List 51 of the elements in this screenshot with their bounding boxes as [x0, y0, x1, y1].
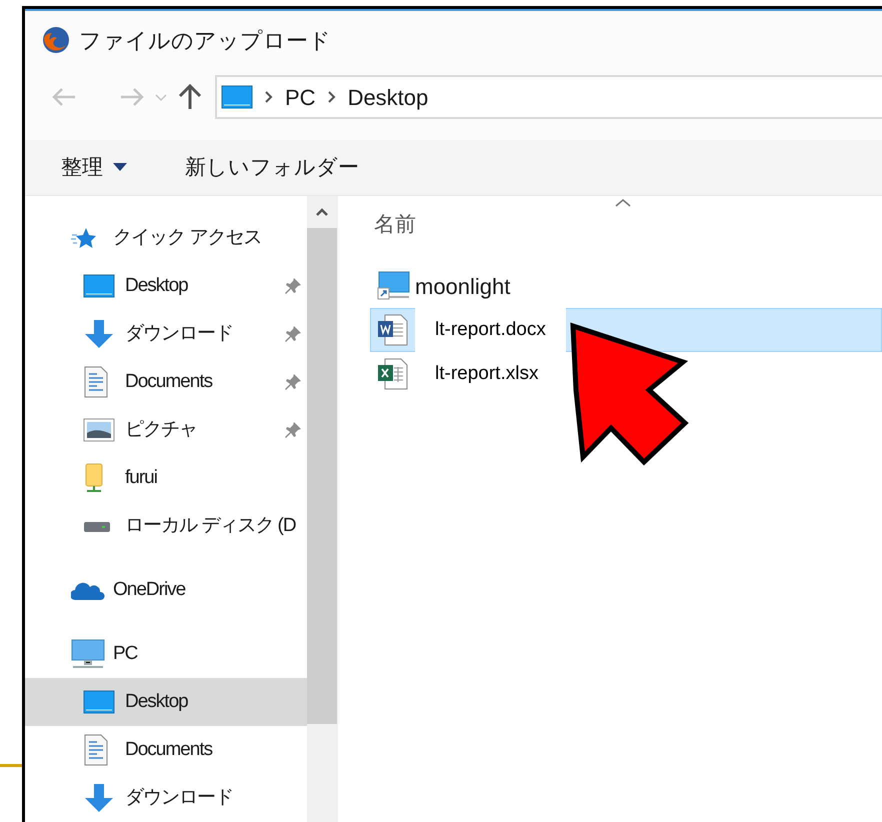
desktop-icon	[83, 690, 115, 714]
sidebar-item[interactable]: クイック アクセス	[25, 214, 307, 262]
drive-icon	[83, 519, 111, 534]
picture-icon	[83, 418, 115, 442]
file-row[interactable]: lt-report.xlsx	[370, 352, 882, 396]
down-arrow-icon	[83, 319, 115, 350]
sidebar-item[interactable]: Documents	[25, 358, 307, 406]
sidebar-item[interactable]: furui	[25, 454, 307, 502]
sidebar-item[interactable]: ピクチャ	[25, 406, 307, 454]
sidebar-item[interactable]: ローカル ディスク (D	[25, 502, 307, 550]
caret-icon	[113, 163, 127, 172]
chevron-right-icon	[265, 91, 273, 104]
scroll-up-icon[interactable]	[315, 207, 329, 218]
document-icon	[83, 366, 109, 398]
organize-menu-button[interactable]: 整理	[61, 152, 127, 184]
window-title: ファイルのアップロード	[79, 26, 331, 55]
address-bar[interactable]: PC Desktop	[215, 75, 882, 120]
breadcrumb-item[interactable]: PC	[285, 80, 316, 114]
shortcut-icon	[377, 271, 411, 302]
file-name: moonlight	[415, 272, 510, 301]
sidebar-item[interactable]: ダウンロード	[25, 310, 307, 358]
monitor-icon	[71, 639, 105, 670]
down-arrow-icon	[83, 783, 115, 814]
folder-icon	[83, 463, 105, 494]
star-icon	[71, 226, 97, 250]
pin-icon[interactable]	[283, 324, 303, 344]
desktop-icon	[83, 274, 115, 298]
pin-icon[interactable]	[283, 372, 303, 392]
spreadsheet-icon	[377, 358, 409, 390]
sidebar-item[interactable]: Desktop	[25, 262, 307, 310]
breadcrumb-item[interactable]: Desktop	[348, 80, 428, 114]
scrollbar[interactable]	[307, 196, 337, 822]
word-document-icon	[377, 314, 409, 346]
file-row[interactable]: moonlight	[370, 264, 882, 308]
column-header[interactable]: 名前	[370, 196, 882, 254]
sort-ascending-icon[interactable]	[614, 198, 632, 208]
sidebar-item[interactable]: Documents	[25, 726, 307, 774]
pin-icon[interactable]	[283, 420, 303, 440]
pin-icon[interactable]	[283, 276, 303, 296]
document-icon	[83, 734, 109, 766]
scrollbar-thumb[interactable]	[307, 228, 337, 724]
file-row[interactable]: lt-report.docx	[370, 308, 882, 352]
sidebar-item[interactable]: Desktop	[25, 678, 307, 726]
app-logo-icon	[41, 25, 71, 56]
file-name-label: lt-report.docx	[415, 308, 566, 352]
sidebar-item[interactable]: PC	[25, 630, 307, 678]
chevron-right-icon	[328, 91, 336, 104]
new-folder-button[interactable]: 新しいフォルダー	[185, 152, 359, 184]
sidebar-item[interactable]: OneDrive	[25, 566, 307, 614]
desktop-icon	[221, 85, 253, 110]
sidebar-item[interactable]: ダウンロード	[25, 774, 307, 822]
